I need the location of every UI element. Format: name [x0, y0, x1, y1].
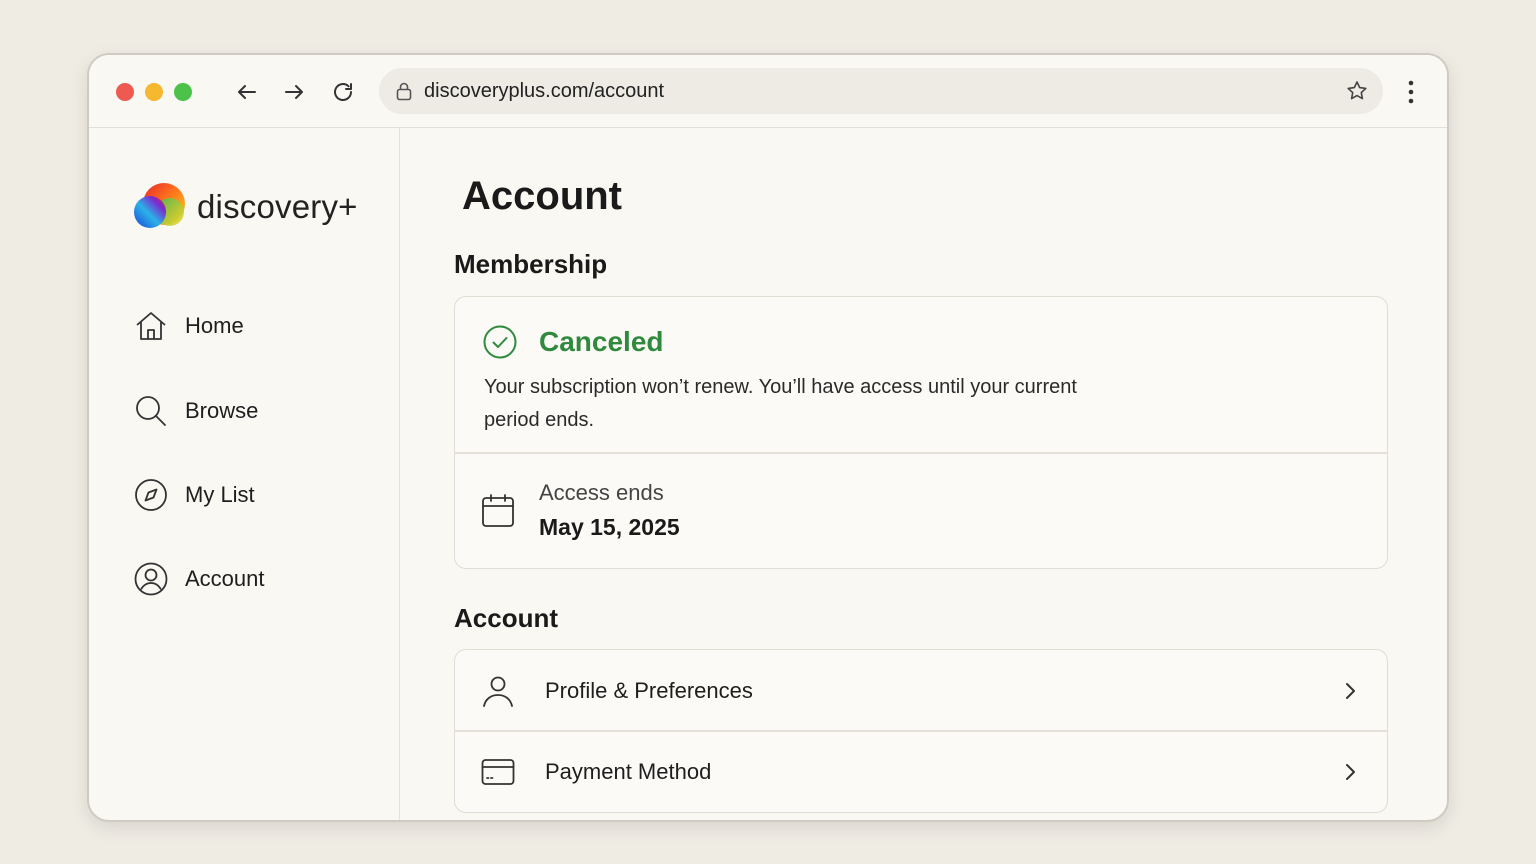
main-content: Account Membership Canceled Your subscri… [401, 128, 1447, 820]
discovery-logo-icon [134, 183, 185, 228]
compass-icon [135, 479, 167, 511]
account-heading: Account [454, 603, 558, 633]
sidebar-item-home[interactable]: Home [133, 306, 244, 346]
minimize-window-button[interactable] [145, 83, 163, 101]
membership-card: Canceled Your subscription won’t renew. … [454, 296, 1388, 569]
address-bar[interactable]: discoveryplus.com/account [379, 68, 1383, 114]
membership-status: Canceled [483, 325, 664, 359]
chevron-right-icon [1346, 682, 1355, 699]
star-icon[interactable] [1345, 79, 1369, 103]
sidebar-item-account[interactable]: Account [133, 559, 265, 599]
credit-card-icon [481, 758, 515, 785]
membership-heading: Membership [454, 249, 608, 279]
calendar-icon [482, 494, 514, 527]
more-vertical-icon[interactable] [1399, 79, 1423, 105]
payment-method-row[interactable]: Payment Method [455, 731, 1387, 812]
page-title: Account [462, 174, 622, 218]
close-window-button[interactable] [116, 83, 134, 101]
user-circle-icon [134, 562, 168, 596]
account-settings-card: Profile & Preferences Payment Method [454, 649, 1388, 813]
brand-logo[interactable]: discovery+ [133, 182, 358, 232]
brand-wordmark: discovery+ [197, 188, 358, 225]
sidebar-item-label: Home [185, 313, 244, 338]
check-circle-icon [483, 325, 517, 359]
sidebar-item-browse[interactable]: Browse [133, 391, 258, 431]
sidebar-item-my-list[interactable]: My List [133, 475, 255, 515]
status-description: Your subscription won’t renew. You’ll ha… [484, 376, 1077, 431]
search-icon [136, 396, 166, 426]
chevron-right-icon [1346, 763, 1355, 780]
url-text[interactable]: discoveryplus.com/account [424, 80, 664, 103]
reload-button[interactable] [328, 77, 358, 107]
person-icon [483, 676, 513, 707]
sidebar-item-label: Browse [185, 398, 259, 423]
forward-icon [285, 85, 303, 99]
payment-method-label: Payment Method [545, 758, 712, 784]
maximize-window-button[interactable] [174, 83, 192, 101]
home-icon [136, 312, 166, 340]
card-divider [455, 452, 1387, 454]
access-ends-label: Access ends [539, 480, 664, 505]
access-ends-date: May 15, 2025 [539, 514, 680, 540]
profile-preferences-row[interactable]: Profile & Preferences [455, 650, 1387, 731]
browser-toolbar: discoveryplus.com/account [89, 55, 1447, 128]
lock-icon [396, 82, 412, 101]
reload-icon [334, 83, 352, 101]
sidebar: discovery+ Home Browse My List Account [89, 128, 400, 820]
status-badge: Canceled [539, 326, 664, 357]
profile-preferences-label: Profile & Preferences [545, 677, 753, 703]
back-button[interactable] [232, 77, 262, 107]
back-icon [238, 85, 256, 99]
forward-button[interactable] [279, 77, 309, 107]
sidebar-item-label: Account [185, 566, 265, 591]
sidebar-item-label: My List [185, 482, 255, 507]
browser-window: discoveryplus.com/account discovery+ Hom… [87, 53, 1449, 822]
